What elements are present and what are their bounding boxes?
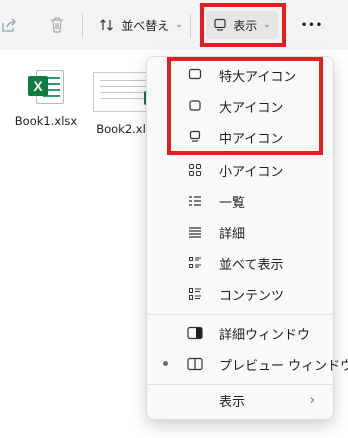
menu-item-details[interactable]: 詳細 [151, 217, 329, 247]
menu-item-show-submenu[interactable]: 表示 › [151, 385, 329, 415]
preview-pane-icon [187, 356, 203, 372]
share-button[interactable] [0, 11, 18, 39]
view-label: 表示 [233, 18, 258, 33]
menu-item-label: 小アイコン [219, 164, 284, 180]
menu-item-label: プレビュー ウィンドウ [219, 358, 348, 374]
menu-item-large-icons[interactable]: 大アイコン [151, 91, 329, 121]
share-icon [2, 18, 16, 32]
tiles-icon [187, 255, 203, 271]
menu-item-label: 大アイコン [219, 100, 284, 116]
menu-item-medium-icons[interactable]: 中アイコン [151, 122, 329, 152]
sort-icon [100, 19, 114, 31]
menu-item-label: 表示 [219, 394, 246, 410]
sort-label: 並べ替え [121, 18, 170, 33]
menu-item-label: 中アイコン [219, 131, 284, 147]
menu-item-label: 一覧 [219, 195, 246, 211]
command-bar: 並べ替え ⌄ 表示 ⌄ ••• [0, 0, 348, 50]
monitor-icon [187, 67, 203, 83]
trash-icon [51, 17, 63, 33]
toolbar-divider [82, 14, 83, 38]
monitor-icon [187, 98, 203, 114]
menu-divider [147, 314, 333, 315]
sort-button[interactable]: 並べ替え ⌄ [96, 11, 186, 39]
menu-item-label: 並べて表示 [219, 257, 284, 273]
file-item[interactable]: X Book1.xlsx [10, 68, 82, 136]
selected-indicator-icon [163, 361, 168, 366]
details-pane-icon [187, 325, 203, 341]
menu-item-tiles[interactable]: 並べて表示 [151, 248, 329, 278]
file-name: Book1.xlsx [14, 114, 78, 128]
menu-item-details-pane[interactable]: 詳細ウィンドウ [151, 318, 329, 348]
delete-button[interactable] [45, 11, 69, 39]
monitor-icon [187, 129, 203, 145]
file-name: Book2.xls [96, 122, 152, 136]
menu-item-small-icons[interactable]: 小アイコン [151, 155, 329, 185]
menu-item-label: 詳細ウィンドウ [219, 327, 311, 343]
menu-item-list[interactable]: 一覧 [151, 186, 329, 216]
content-icon [187, 286, 203, 302]
chevron-down-icon: ⌄ [175, 20, 183, 30]
chevron-down-icon: ⌄ [263, 20, 271, 30]
monitor-icon [214, 18, 226, 31]
more-options-button[interactable]: ••• [298, 11, 326, 39]
small-icons-grid-icon [187, 162, 203, 178]
view-button[interactable]: 表示 ⌄ [206, 11, 278, 39]
excel-file-icon: X [26, 68, 66, 106]
menu-item-label: 詳細 [219, 226, 246, 242]
view-menu: 特大アイコン 大アイコン 中アイコン 小アイコン 一覧 詳細 並べて表示 コンテ… [146, 56, 348, 420]
menu-item-label: 特大アイコン [219, 69, 297, 85]
toolbar-divider [190, 14, 191, 38]
menu-item-content[interactable]: コンテンツ [151, 279, 329, 309]
menu-item-label: コンテンツ [219, 288, 285, 304]
more-icon: ••• [300, 19, 324, 31]
details-icon [187, 224, 203, 240]
list-icon [187, 193, 203, 209]
chevron-right-icon: › [309, 392, 315, 408]
menu-item-extra-large-icons[interactable]: 特大アイコン [151, 60, 329, 90]
menu-item-preview-pane[interactable]: プレビュー ウィンドウ [151, 349, 348, 379]
